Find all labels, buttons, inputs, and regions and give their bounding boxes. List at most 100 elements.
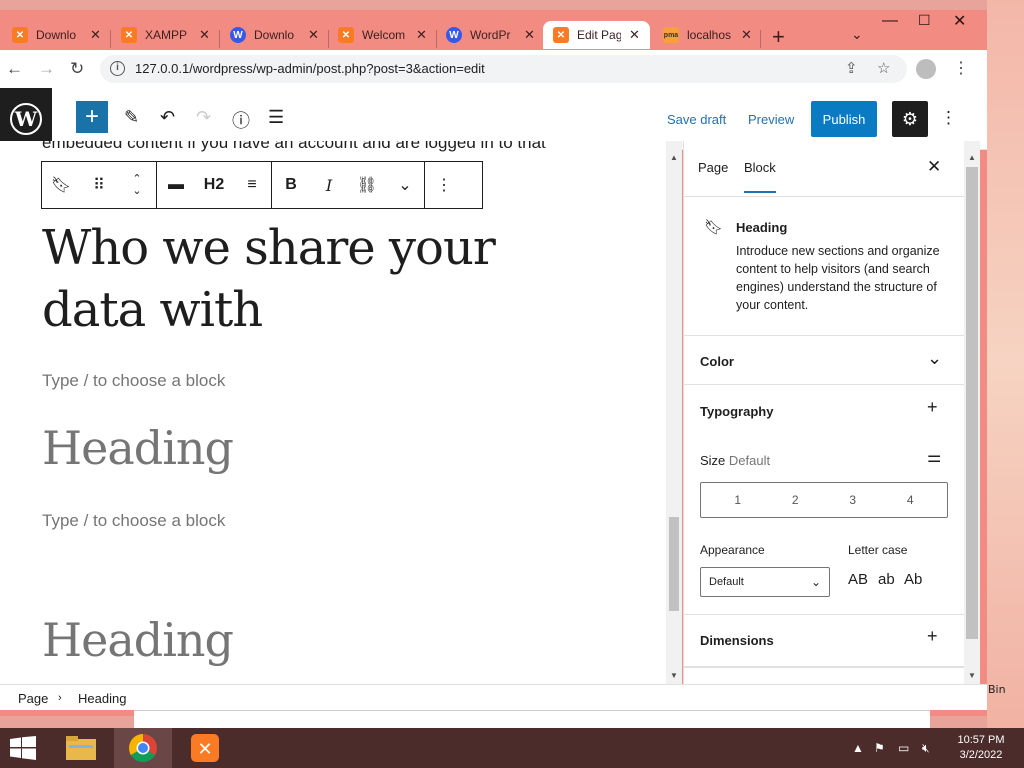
chevron-down-icon[interactable]: ⌄: [927, 348, 942, 369]
tab-separator: [760, 30, 761, 48]
maximize-button[interactable]: ☐: [918, 12, 931, 29]
action-flag-icon[interactable]: ⚑: [874, 741, 885, 755]
uppercase-button[interactable]: AB: [848, 571, 868, 588]
browser-menu-icon[interactable]: ⋮: [953, 58, 969, 78]
close-icon[interactable]: ✕: [308, 27, 319, 43]
new-tab-button[interactable]: +: [772, 24, 785, 50]
breadcrumb-current[interactable]: Heading: [78, 691, 126, 706]
browser-tab-active[interactable]: ✕ Edit Pag ✕: [543, 21, 650, 49]
close-icon[interactable]: ✕: [524, 27, 535, 43]
save-draft-button[interactable]: Save draft: [667, 112, 726, 127]
align-block-icon[interactable]: ▬: [157, 162, 195, 208]
bold-icon[interactable]: B: [272, 162, 310, 208]
italic-icon[interactable]: I: [310, 162, 348, 208]
add-block-button[interactable]: +: [76, 101, 108, 133]
minimize-button[interactable]: —: [882, 12, 898, 30]
star-icon[interactable]: ☆: [877, 59, 890, 77]
tray-chevron-up-icon[interactable]: ▲: [852, 741, 864, 755]
scrollbar-thumb[interactable]: [669, 517, 679, 611]
chevron-down-icon[interactable]: ⌄: [851, 26, 863, 43]
gear-icon[interactable]: ⚙: [892, 101, 928, 137]
browser-tab[interactable]: W Downlo ✕: [230, 21, 319, 49]
browser-tab[interactable]: ✕ XAMPP ✕: [121, 21, 210, 49]
editor-scrollbar[interactable]: ▲ ▼: [666, 141, 682, 684]
more-options-icon[interactable]: ⋮: [425, 162, 463, 208]
scroll-up-icon[interactable]: ▲: [968, 153, 976, 162]
options-menu-icon[interactable]: ⋮: [940, 108, 957, 128]
browser-tab[interactable]: pma localhos ✕: [663, 21, 752, 49]
heading-placeholder[interactable]: Heading: [42, 421, 234, 475]
scroll-down-icon[interactable]: ▼: [670, 671, 678, 680]
close-icon[interactable]: ✕: [416, 27, 427, 43]
block-placeholder[interactable]: Type / to choose a block: [42, 371, 225, 391]
details-info-icon[interactable]: ⓘ: [232, 107, 250, 133]
url-text[interactable]: 127.0.0.1/wordpress/wp-admin/post.php?po…: [135, 61, 485, 76]
network-icon[interactable]: ▭: [898, 741, 909, 755]
tab-block[interactable]: Block: [744, 160, 776, 193]
heading-block[interactable]: Who we share your data with: [42, 217, 602, 341]
panel-title[interactable]: Color: [700, 354, 734, 369]
scrollbar-thumb[interactable]: [966, 167, 978, 639]
plus-icon[interactable]: +: [927, 397, 938, 418]
chrome-taskbar-button[interactable]: [114, 728, 172, 768]
appearance-select[interactable]: Default ⌄: [700, 567, 830, 597]
forward-arrow-icon[interactable]: →: [38, 59, 55, 79]
info-icon[interactable]: i: [110, 61, 125, 76]
panel-title[interactable]: Typography: [700, 404, 773, 419]
link-icon[interactable]: ⛓: [348, 162, 386, 208]
font-size-option[interactable]: 2: [775, 493, 815, 507]
xampp-taskbar-button[interactable]: ✕: [176, 728, 234, 768]
preview-button[interactable]: Preview: [748, 112, 794, 127]
close-icon[interactable]: ✕: [629, 27, 640, 43]
browser-tab[interactable]: ✕ Downlo ✕: [12, 21, 101, 49]
scroll-up-icon[interactable]: ▲: [670, 153, 678, 162]
bookmark-icon[interactable]: 🔖︎: [42, 162, 80, 208]
close-icon[interactable]: ✕: [927, 157, 941, 177]
back-arrow-icon[interactable]: ←: [6, 59, 23, 79]
custom-size-icon[interactable]: ⚌: [927, 447, 941, 467]
dimensions-panel[interactable]: Dimensions +: [684, 614, 964, 668]
browser-tab[interactable]: W WordPr ✕: [446, 21, 535, 49]
sidebar-scrollbar[interactable]: ▲ ▼: [964, 141, 980, 684]
heading-level-button[interactable]: H2: [195, 162, 233, 208]
bookmark-icon: 🔖︎: [704, 219, 724, 236]
lowercase-button[interactable]: ab: [878, 571, 895, 588]
font-size-option[interactable]: 4: [890, 493, 930, 507]
chevron-down-icon[interactable]: ⌄: [386, 162, 424, 208]
font-size-option[interactable]: 1: [718, 493, 758, 507]
drag-handle-icon[interactable]: ⠿: [80, 162, 118, 208]
panel-title[interactable]: Dimensions: [700, 633, 774, 648]
plus-icon[interactable]: +: [927, 626, 938, 647]
scroll-down-icon[interactable]: ▼: [968, 671, 976, 680]
browser-tab[interactable]: ✕ Welcom ✕: [338, 21, 427, 49]
publish-button[interactable]: Publish: [811, 101, 877, 137]
redo-icon[interactable]: ↷: [196, 107, 211, 128]
block-placeholder[interactable]: Type / to choose a block: [42, 511, 225, 531]
color-panel[interactable]: Color ⌄: [684, 336, 964, 385]
capitalize-button[interactable]: Ab: [904, 571, 922, 588]
system-clock[interactable]: 10:57 PM 3/2/2022: [948, 733, 1014, 763]
editor-canvas[interactable]: embedded content if you have an account …: [0, 141, 666, 684]
windows-start-icon[interactable]: [8, 736, 38, 760]
close-icon[interactable]: ✕: [90, 27, 101, 43]
share-icon[interactable]: ⇪: [845, 59, 858, 77]
recycle-bin-label[interactable]: Bin: [988, 683, 1006, 696]
close-window-button[interactable]: ✕: [953, 11, 966, 31]
breadcrumb-root[interactable]: Page: [18, 691, 48, 706]
pencil-icon[interactable]: ✎: [124, 107, 139, 128]
reload-icon[interactable]: ↻: [70, 59, 84, 79]
volume-muted-icon[interactable]: 🔇︎: [922, 741, 930, 756]
tab-page[interactable]: Page: [698, 160, 728, 175]
font-size-option[interactable]: 3: [833, 493, 873, 507]
address-bar[interactable]: i 127.0.0.1/wordpress/wp-admin/post.php?…: [100, 55, 907, 83]
heading-placeholder[interactable]: Heading: [42, 613, 234, 667]
close-icon[interactable]: ✕: [741, 27, 752, 43]
undo-icon[interactable]: ↶: [160, 107, 175, 128]
close-icon[interactable]: ✕: [199, 27, 210, 43]
move-up-down-icon[interactable]: ⌃ ⌄: [118, 162, 156, 208]
align-text-icon[interactable]: ≡: [233, 162, 271, 208]
file-explorer-button[interactable]: [52, 728, 110, 768]
list-view-icon[interactable]: ☰: [268, 107, 284, 128]
profile-avatar[interactable]: [916, 59, 936, 79]
paragraph-block[interactable]: embedded content if you have an account …: [42, 141, 546, 153]
